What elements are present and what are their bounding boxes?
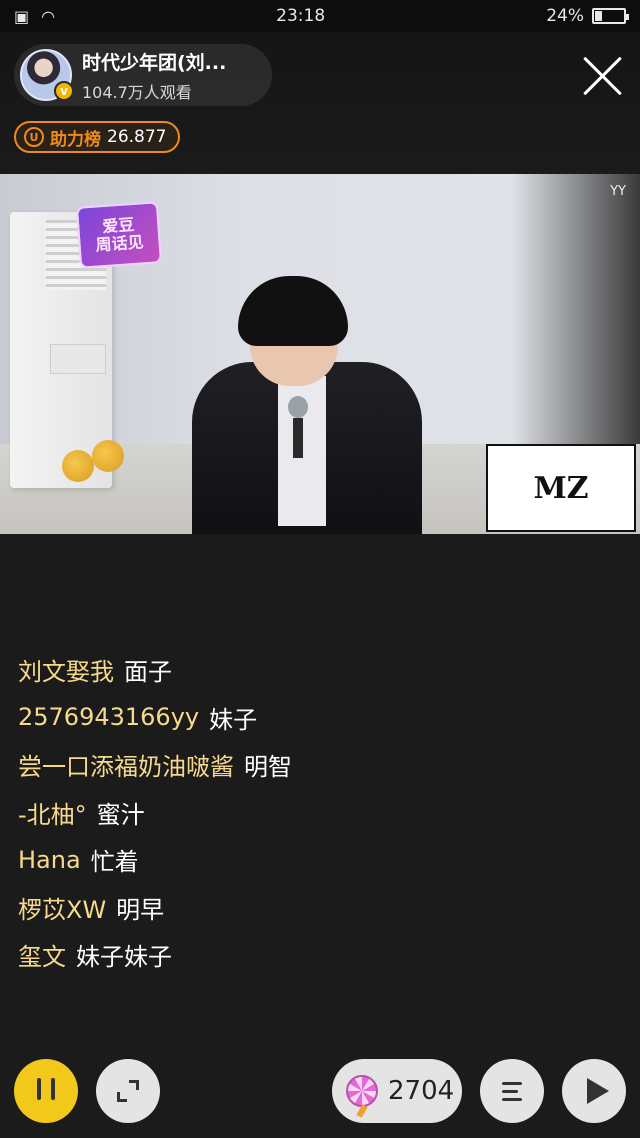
share-button[interactable] (562, 1059, 626, 1123)
viewer-count: 104.7万人观看 (82, 82, 192, 102)
live-video[interactable]: 爱豆 周话见 YY MZ (0, 174, 640, 534)
battery-fill (594, 11, 602, 21)
chat-username[interactable]: Hana (18, 846, 81, 874)
status-time: 23:18 (276, 6, 326, 26)
status-bar: ▣ ◠ 23:18 24% (0, 0, 640, 32)
chat-text: 明早 (116, 895, 165, 924)
chat-text: 妹子 (209, 705, 258, 734)
support-rank-button[interactable]: U 助力榜 26.877 (14, 121, 181, 153)
notification-icon: ▣ (14, 6, 30, 26)
battery-percent: 24% (546, 6, 584, 26)
chat-username[interactable]: 2576943166yy (18, 703, 199, 731)
performer (192, 276, 422, 534)
chat-message: -北柚° 蜜汁 (18, 789, 618, 837)
chat-text: 面子 (124, 658, 172, 687)
show-logo: 爱豆 周话见 (75, 201, 163, 269)
chat-text: 妹子妹子 (76, 943, 172, 972)
chat-message: 2576943166yy 妹子 (18, 694, 618, 742)
anchor-info-pill[interactable]: v 时代少年团(刘... 104.7万人观看 (14, 44, 272, 106)
support-rank-value: 26.877 (107, 127, 167, 147)
share-icon (587, 1078, 609, 1104)
fullscreen-icon (117, 1080, 139, 1102)
chat-username[interactable]: -北柚° (18, 795, 87, 830)
shield-icon: U (24, 127, 44, 147)
chat-username[interactable]: 玺文 (18, 937, 66, 972)
wifi-icon: ◠ (41, 6, 56, 26)
chat-list: 刘文娶我 面子 2576943166yy 妹子 尝一口添福奶油啵酱 明智 -北柚° 蜜汁… (18, 646, 618, 979)
performer-hair (238, 276, 348, 346)
fullscreen-button[interactable] (96, 1059, 160, 1123)
status-icons-right: 24% (546, 6, 629, 26)
bottom-toolbar: 2704 (0, 1058, 640, 1126)
anchor-text: 时代少年团(刘... 104.7万人观看 (82, 48, 226, 103)
battery-icon (591, 8, 629, 24)
pause-button[interactable] (14, 1059, 78, 1123)
chat-text: 明智 (244, 753, 292, 782)
avatar[interactable]: v (20, 49, 74, 101)
close-button[interactable] (582, 56, 622, 96)
mic-head (288, 396, 308, 418)
chat-text: 忙着 (90, 848, 139, 877)
pause-icon (32, 1078, 60, 1104)
chat-message: 椤苡XW 明早 (18, 884, 618, 932)
yy-watermark: YY (610, 184, 626, 199)
microphone (288, 396, 308, 458)
lollipop-icon (346, 1075, 378, 1107)
menu-button[interactable] (480, 1059, 544, 1123)
gift-count: 2704 (388, 1076, 455, 1106)
menu-icon (502, 1081, 522, 1101)
verified-badge-icon: v (54, 81, 74, 101)
gift-button[interactable]: 2704 (332, 1059, 462, 1123)
chat-username[interactable]: 尝一口添福奶油啵酱 (18, 747, 234, 782)
chat-message: 刘文娶我 面子 (18, 646, 618, 694)
chat-message: Hana 忙着 (18, 836, 618, 884)
anchor-name: 时代少年团(刘... (82, 51, 227, 74)
chat-username[interactable]: 刘文娶我 (18, 652, 114, 687)
plush-toy (92, 440, 124, 472)
chat-username[interactable]: 椤苡XW (18, 890, 106, 925)
live-header: v 时代少年团(刘... 104.7万人观看 U 助力榜 26.877 (0, 32, 640, 170)
chat-text: 蜜汁 (96, 800, 145, 829)
mz-card: MZ (486, 444, 636, 532)
chat-message: 尝一口添福奶油啵酱 明智 (18, 741, 618, 789)
plush-toy (62, 450, 94, 482)
support-rank-label: 助力榜 (50, 129, 101, 150)
mic-handle (293, 418, 303, 458)
status-icons-left: ▣ ◠ (14, 7, 55, 26)
ac-panel (50, 344, 106, 374)
chat-message: 玺文 妹子妹子 (18, 931, 618, 979)
